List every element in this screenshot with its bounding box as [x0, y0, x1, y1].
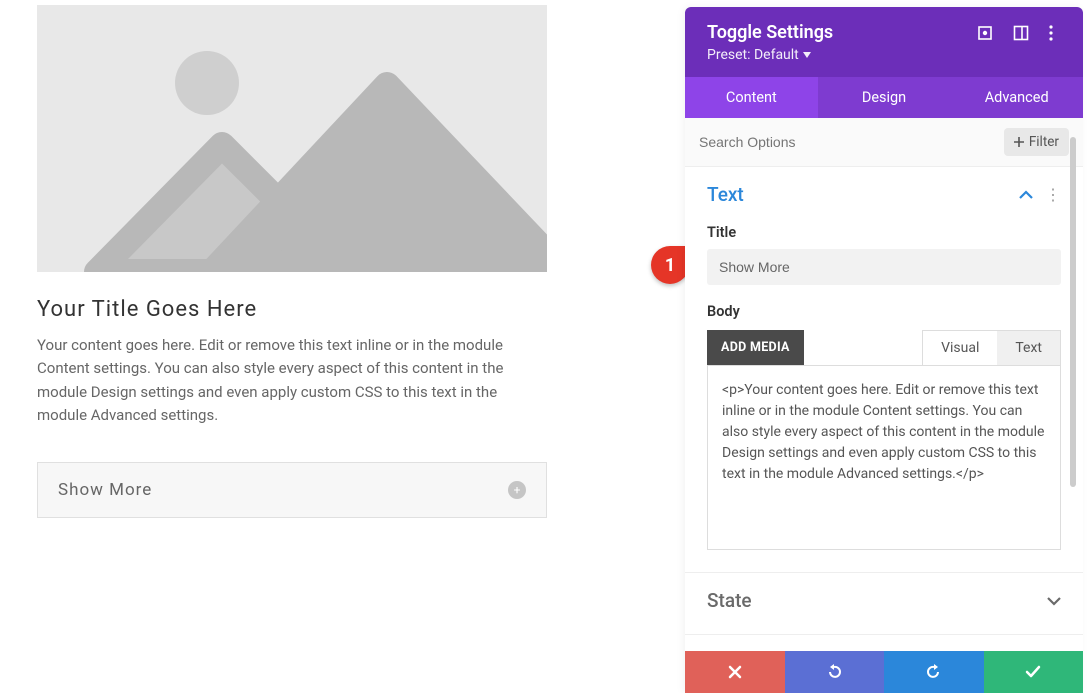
preview-body: Your content goes here. Edit or remove t… [37, 334, 547, 427]
add-media-button[interactable]: ADD MEDIA [707, 330, 804, 365]
editor-tab-text[interactable]: Text [997, 331, 1060, 365]
undo-button[interactable] [785, 651, 885, 693]
close-icon [728, 665, 742, 679]
check-icon [1025, 665, 1041, 679]
preview-title: Your Title Goes Here [37, 297, 547, 322]
responsive-icon[interactable] [977, 25, 993, 41]
scrollbar[interactable] [1070, 137, 1076, 487]
toggle-bar[interactable]: Show More + [37, 462, 547, 518]
plus-icon [1014, 137, 1024, 147]
panel-header: Toggle Settings Preset: Default [685, 7, 1083, 77]
mountains-icon [37, 5, 547, 272]
undo-icon [826, 664, 842, 680]
toggle-label: Show More [58, 480, 152, 500]
save-button[interactable] [984, 651, 1084, 693]
body-textarea[interactable]: <p>Your content goes here. Edit or remov… [707, 365, 1061, 550]
preview-area: Your Title Goes Here Your content goes h… [37, 5, 547, 518]
filter-label: Filter [1029, 134, 1059, 150]
expand-icon: + [508, 481, 526, 499]
preset-label: Preset: Default [707, 47, 799, 63]
title-input[interactable] [707, 249, 1061, 285]
tab-advanced[interactable]: Advanced [950, 77, 1083, 118]
redo-icon [926, 664, 942, 680]
section-text: Text ⋮ Title Body ADD MEDIA Visual Text … [685, 167, 1083, 573]
section-state[interactable]: State [685, 573, 1083, 635]
panel-tabs: Content Design Advanced [685, 77, 1083, 118]
layout-icon[interactable] [1013, 25, 1029, 41]
title-field-label: Title [707, 224, 1061, 241]
more-icon[interactable] [1049, 25, 1065, 41]
settings-panel: Toggle Settings Preset: Default Content … [685, 7, 1083, 693]
collapse-icon[interactable] [1019, 190, 1033, 200]
search-row: Filter [685, 118, 1083, 167]
tab-content[interactable]: Content [685, 77, 818, 118]
section-state-title: State [707, 589, 752, 612]
preset-dropdown[interactable]: Preset: Default [707, 47, 811, 63]
expand-icon[interactable] [1047, 596, 1061, 606]
image-placeholder [37, 5, 547, 272]
body-field-label: Body [707, 303, 1061, 320]
section-more-icon[interactable]: ⋮ [1045, 185, 1061, 204]
section-text-title: Text [707, 183, 744, 206]
search-input[interactable] [699, 134, 1004, 150]
cancel-button[interactable] [685, 651, 785, 693]
editor-tab-visual[interactable]: Visual [923, 331, 997, 365]
caret-down-icon [803, 52, 811, 58]
filter-button[interactable]: Filter [1004, 128, 1069, 156]
redo-button[interactable] [884, 651, 984, 693]
tab-design[interactable]: Design [818, 77, 951, 118]
action-bar [685, 651, 1083, 693]
